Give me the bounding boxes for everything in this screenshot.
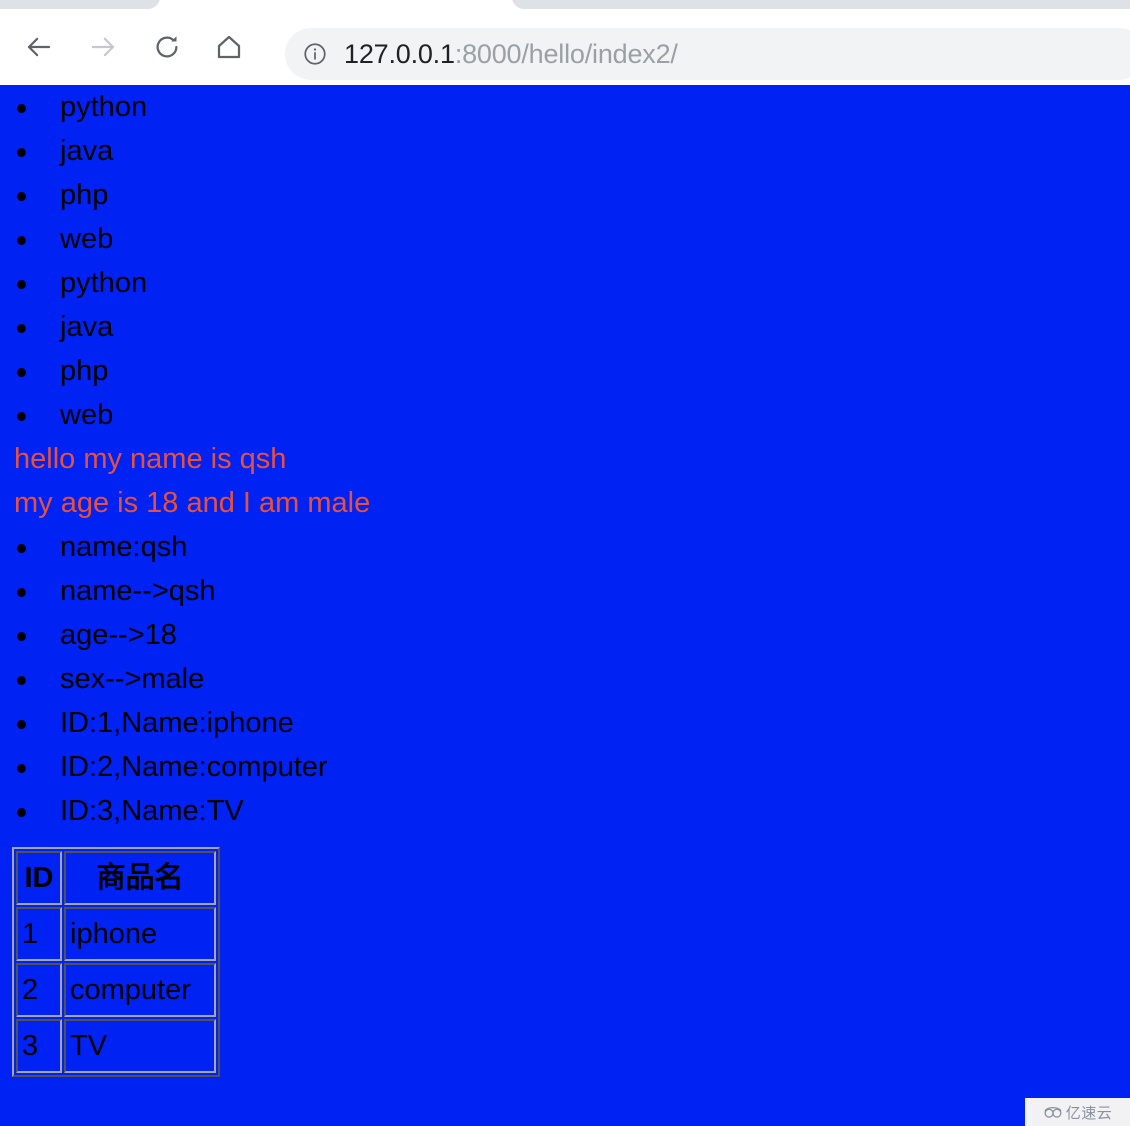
list-item: ID:2,Name:computer — [0, 745, 1130, 789]
home-button[interactable] — [202, 20, 256, 74]
list-item: web — [0, 393, 1130, 437]
column-header-name: 商品名 — [64, 851, 216, 905]
goods-table-head: ID 商品名 — [16, 851, 216, 905]
reload-icon — [152, 32, 182, 62]
cell-name: TV — [64, 1019, 216, 1073]
arrow-right-icon — [88, 32, 118, 62]
watermark-text: 亿速云 — [1065, 1103, 1113, 1122]
cloud-logo-icon — [1043, 1106, 1063, 1119]
goods-table-body: 1 iphone 2 computer 3 TV — [16, 907, 216, 1073]
list-item: python — [0, 261, 1130, 305]
cell-name: computer — [64, 963, 216, 1017]
browser-toolbar: 127.0.0.1:8000/hello/index2/ — [0, 9, 1130, 85]
list-item: php — [0, 349, 1130, 393]
browser-tab-left[interactable] — [0, 0, 160, 9]
list-item: ID:3,Name:TV — [0, 789, 1130, 833]
table-row: 3 TV — [16, 1019, 216, 1073]
goods-table: ID 商品名 1 iphone 2 computer 3 TV — [12, 847, 220, 1077]
cell-id: 2 — [16, 963, 62, 1017]
list-item: age-->18 — [0, 613, 1130, 657]
url-path: :8000/hello/index2/ — [454, 38, 678, 69]
column-header-id: ID — [16, 851, 62, 905]
reload-button[interactable] — [140, 20, 194, 74]
list-item: java — [0, 305, 1130, 349]
back-button[interactable] — [12, 20, 66, 74]
details-paragraph: my age is 18 and I am male — [14, 487, 371, 519]
browser-chrome: 127.0.0.1:8000/hello/index2/ — [0, 0, 1130, 85]
language-list: python java php web python java php web — [0, 85, 1130, 437]
table-header-row: ID 商品名 — [16, 851, 216, 905]
arrow-left-icon — [24, 32, 54, 62]
list-item: python — [0, 85, 1130, 129]
url-host: 127.0.0.1 — [344, 38, 455, 69]
list-item: name-->qsh — [0, 569, 1130, 613]
greeting-paragraph: hello my name is qsh — [14, 443, 287, 475]
cell-id: 1 — [16, 907, 62, 961]
list-item: ID:1,Name:iphone — [0, 701, 1130, 745]
forward-button[interactable] — [76, 20, 130, 74]
cell-id: 3 — [16, 1019, 62, 1073]
watermark: 亿速云 — [1025, 1098, 1130, 1126]
info-circle-icon[interactable] — [302, 41, 328, 67]
tab-strip — [0, 0, 1130, 9]
page-content: python java php web python java php web … — [0, 85, 1130, 1126]
browser-tab-right[interactable] — [512, 0, 1130, 9]
table-row: 1 iphone — [16, 907, 216, 961]
home-icon — [214, 32, 244, 62]
list-item: php — [0, 173, 1130, 217]
list-item: java — [0, 129, 1130, 173]
list-item: name:qsh — [0, 525, 1130, 569]
address-bar[interactable]: 127.0.0.1:8000/hello/index2/ — [285, 28, 1130, 80]
cell-name: iphone — [64, 907, 216, 961]
list-item: sex-->male — [0, 657, 1130, 701]
list-item: web — [0, 217, 1130, 261]
attribute-list: name:qsh name-->qsh age-->18 sex-->male … — [0, 525, 1130, 833]
address-bar-url[interactable]: 127.0.0.1:8000/hello/index2/ — [344, 39, 678, 70]
table-row: 2 computer — [16, 963, 216, 1017]
